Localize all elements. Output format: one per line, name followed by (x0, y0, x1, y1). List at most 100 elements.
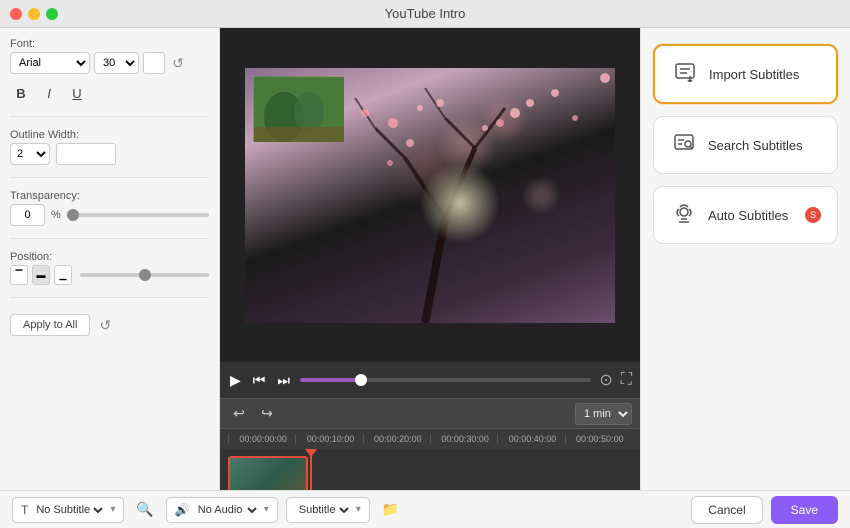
import-subtitles-label: Import Subtitles (709, 67, 799, 82)
search-subtitles-card[interactable]: Search Subtitles (653, 116, 838, 174)
subtitle-type-chevron: ▾ (356, 504, 361, 515)
apply-to-all-button[interactable]: Apply to All (10, 314, 90, 336)
font-color-box[interactable] (143, 52, 165, 74)
subtitle-type-select[interactable]: Subtitle (295, 503, 352, 517)
auto-subtitles-icon (670, 201, 698, 229)
divider-2 (10, 177, 209, 178)
subtitle-dropdown-chevron: ▾ (110, 504, 115, 515)
next-frame-button[interactable]: ⏭ (275, 370, 292, 391)
outline-color-box[interactable] (56, 143, 116, 165)
search-subtitles-icon (670, 131, 698, 159)
audio-dropdown-chevron: ▾ (264, 504, 269, 515)
main-container: ⊞ ♪ 8 ▣ ◉ 🗑 Font: Arial (0, 28, 850, 528)
prev-frame-button[interactable]: ⏮ (251, 370, 268, 391)
apply-row: Apply to All ↺ (10, 314, 209, 336)
redo-button[interactable]: ↪ (256, 403, 278, 425)
outline-section: Outline Width: 2 (10, 129, 209, 165)
bottom-bar: T No Subtitle ▾ 🔍 🔊 No Audio ▾ Subtitle … (0, 490, 850, 528)
time-icon: ⊙ (599, 370, 612, 390)
progress-fill (300, 378, 358, 382)
font-refresh-button[interactable]: ↺ (169, 54, 187, 72)
audio-dropdown[interactable]: 🔊 No Audio ▾ (166, 497, 278, 523)
font-label: Font: (10, 38, 209, 50)
folder-icon[interactable]: 📁 (378, 497, 403, 522)
video-background (245, 68, 615, 323)
center-panel: ▶ ⏮ ⏭ ⊙ ⛶ ↩ ↪ 1 min (220, 28, 640, 528)
ruler-mark-5: 00:00:50:00 (565, 434, 632, 444)
font-size-select[interactable]: 30 (94, 52, 139, 74)
right-panel: Import Subtitles Search Subtitles (640, 28, 850, 528)
left-panel-content: Font: Arial 30 ↺ B I U (0, 28, 219, 496)
timeline-ruler: 00:00:00:00 00:00:10:00 00:00:20:00 00:0… (220, 429, 640, 449)
transparency-input[interactable] (10, 204, 45, 226)
apply-refresh-button[interactable]: ↺ (96, 316, 114, 334)
ruler-marks: 00:00:00:00 00:00:10:00 00:00:20:00 00:0… (228, 434, 632, 444)
subtitle-dropdown-icon: T (21, 503, 28, 517)
position-label: Position: (10, 251, 209, 263)
auto-subtitles-card[interactable]: Auto Subtitles S (653, 186, 838, 244)
timeline-right-tools: 1 min (575, 403, 632, 425)
auto-subtitles-badge: S (805, 207, 821, 223)
play-button[interactable]: ▶ (228, 370, 243, 391)
ruler-mark-4: 00:00:40:00 (497, 434, 564, 444)
position-section: Position: ▔ ▬ ▁ (10, 251, 209, 285)
ruler-mark-2: 00:00:20:00 (363, 434, 430, 444)
position-bottom-button[interactable]: ▁ (54, 265, 72, 285)
timeline-zoom-select[interactable]: 1 min (575, 403, 632, 425)
ruler-mark-3: 00:00:30:00 (430, 434, 497, 444)
search-subtitles-label: Search Subtitles (708, 138, 803, 153)
save-button[interactable]: Save (771, 496, 838, 524)
window-controls (10, 8, 58, 20)
minimize-button[interactable] (28, 8, 40, 20)
thumbnail-svg (254, 77, 344, 142)
audio-dropdown-select[interactable]: No Audio (194, 503, 260, 517)
expand-icon[interactable]: ⛶ (621, 371, 632, 389)
video-thumbnail (253, 76, 343, 141)
left-panel: ⊞ ♪ 8 ▣ ◉ 🗑 Font: Arial (0, 28, 220, 528)
text-format-row: B I U (10, 82, 209, 104)
subtitle-dropdown[interactable]: T No Subtitle ▾ (12, 497, 124, 523)
progress-bar[interactable] (300, 378, 591, 382)
italic-button[interactable]: I (38, 82, 60, 104)
subtitle-type-dropdown[interactable]: Subtitle ▾ (286, 497, 370, 523)
font-section: Font: Arial 30 ↺ (10, 38, 209, 74)
transparency-row: % (10, 204, 209, 226)
position-row: ▔ ▬ ▁ (10, 265, 209, 285)
titlebar: YouTube Intro (0, 0, 850, 28)
cancel-button[interactable]: Cancel (691, 496, 762, 524)
outline-select[interactable]: 2 (10, 143, 50, 165)
video-controls: ▶ ⏮ ⏭ ⊙ ⛶ (220, 362, 640, 398)
font-select[interactable]: Arial (10, 52, 90, 74)
divider-3 (10, 238, 209, 239)
timeline-left-tools: ↩ ↪ (228, 403, 278, 425)
window-title: YouTube Intro (385, 6, 466, 21)
transparency-label: Transparency: (10, 190, 209, 202)
divider-4 (10, 297, 209, 298)
position-top-button[interactable]: ▔ (10, 265, 28, 285)
transparency-section: Transparency: % (10, 190, 209, 226)
position-middle-button[interactable]: ▬ (32, 265, 50, 285)
video-area (220, 28, 640, 362)
outline-row: 2 (10, 143, 209, 165)
progress-knob (355, 374, 367, 386)
maximize-button[interactable] (46, 8, 58, 20)
import-subtitles-icon (671, 60, 699, 88)
undo-button[interactable]: ↩ (228, 403, 250, 425)
video-frame (245, 68, 615, 323)
close-button[interactable] (10, 8, 22, 20)
search-icon[interactable]: 🔍 (132, 497, 157, 522)
transparency-slider[interactable] (67, 213, 209, 217)
audio-dropdown-icon: 🔊 (175, 503, 190, 517)
auto-subtitles-label: Auto Subtitles (708, 208, 788, 223)
timeline-toolbar-row: ↩ ↪ 1 min (220, 399, 640, 429)
bold-button[interactable]: B (10, 82, 32, 104)
font-row: Arial 30 ↺ (10, 52, 209, 74)
import-subtitles-card[interactable]: Import Subtitles (653, 44, 838, 104)
subtitle-dropdown-select[interactable]: No Subtitle (32, 503, 106, 517)
outline-label: Outline Width: (10, 129, 209, 141)
divider-1 (10, 116, 209, 117)
position-slider[interactable] (80, 273, 209, 277)
percent-label: % (51, 209, 61, 221)
playhead-triangle (305, 449, 317, 457)
underline-button[interactable]: U (66, 82, 88, 104)
